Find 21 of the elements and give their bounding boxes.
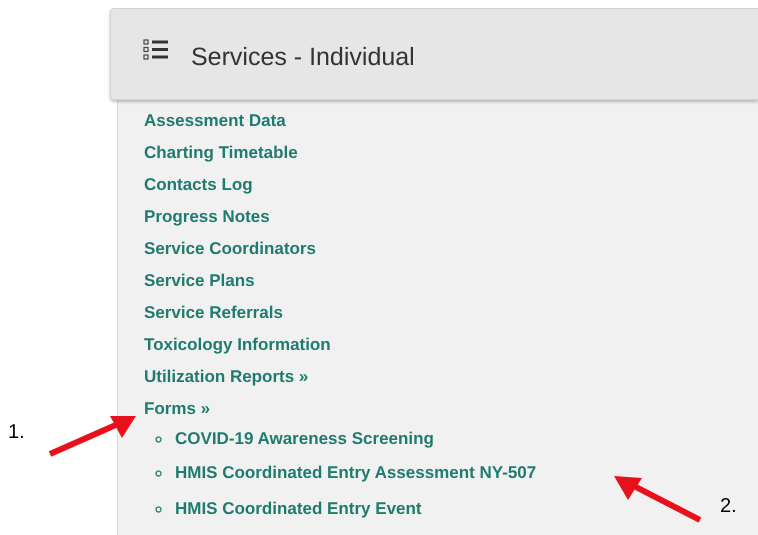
menu-link[interactable]: Service Coordinators xyxy=(144,239,316,259)
menu-link[interactable]: Toxicology Information xyxy=(144,335,331,355)
menu-link[interactable]: Forms » xyxy=(144,399,210,419)
menu-link[interactable]: Service Referrals xyxy=(144,303,283,323)
arrow-icon xyxy=(612,474,704,524)
bullet-icon xyxy=(155,506,162,512)
menu-link[interactable]: Service Plans xyxy=(144,271,255,291)
panel-title: Services - Individual xyxy=(191,42,415,72)
menu-link[interactable]: HMIS Coordinated Entry Event xyxy=(175,499,422,519)
bullet-icon xyxy=(155,470,162,476)
menu-link[interactable]: Contacts Log xyxy=(144,175,253,195)
menu-link[interactable]: COVID-19 Awareness Screening xyxy=(175,429,434,449)
annotation-label: 2. xyxy=(720,495,737,518)
bullet-icon xyxy=(155,436,162,442)
menu-link[interactable]: HMIS Coordinated Entry Assessment NY-507 xyxy=(175,463,536,483)
list-icon xyxy=(143,39,169,61)
menu-link[interactable]: Progress Notes xyxy=(144,207,270,227)
annotation-label: 1. xyxy=(8,421,25,444)
menu-link[interactable]: Utilization Reports » xyxy=(144,367,308,387)
menu-link[interactable]: Charting Timetable xyxy=(144,143,298,163)
menu-link[interactable]: Assessment Data xyxy=(144,111,286,131)
